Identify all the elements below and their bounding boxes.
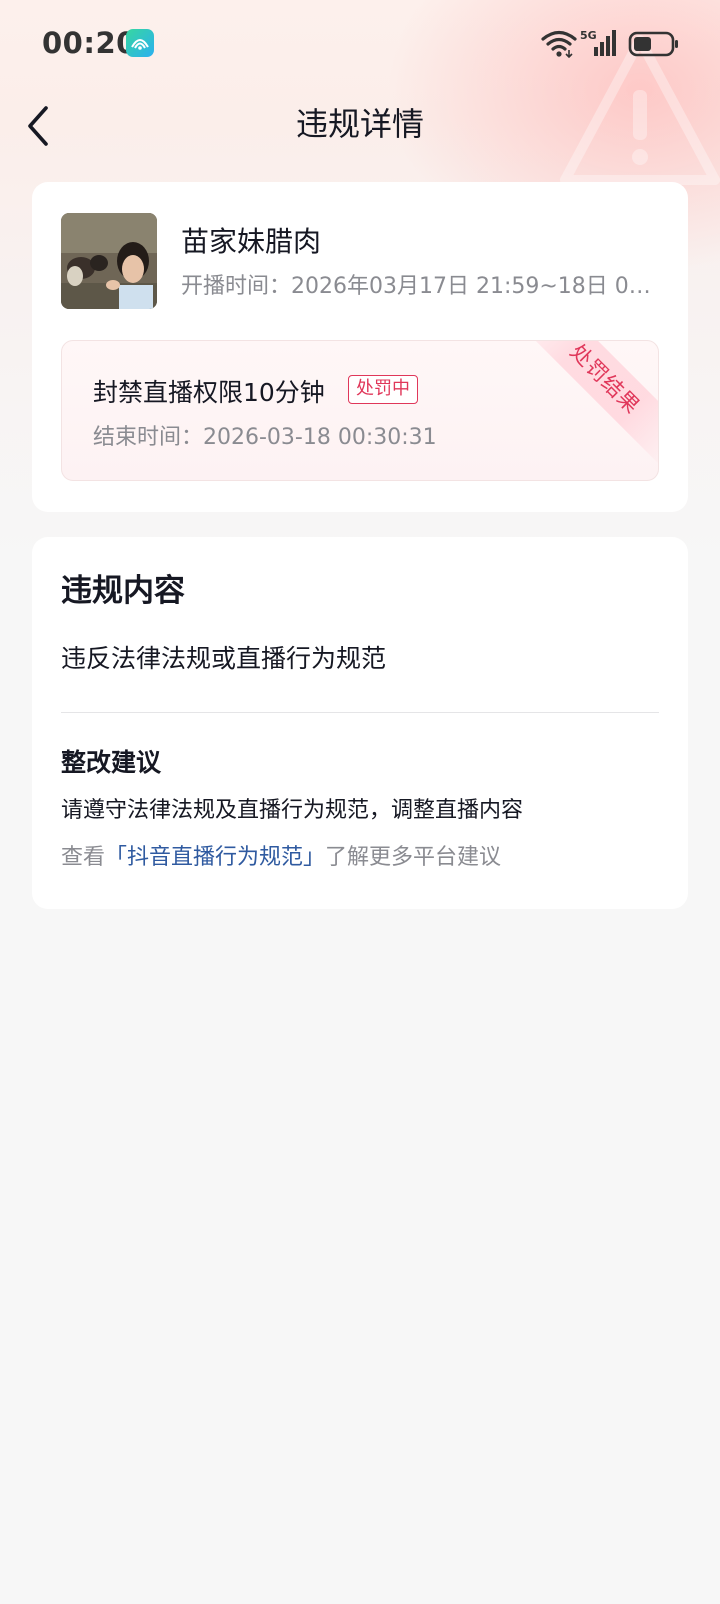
advice-text: 请遵守法律法规及直播行为规范，调整直播内容 [61,798,524,823]
penalty-end-time: 结束时间：2026-03-18 00:30:31 [93,425,437,450]
battery-icon [628,31,678,57]
avatar-image [61,213,157,309]
more-prefix: 查看 [61,845,106,870]
penalty-title: 封禁直播权限10分钟 [93,378,325,407]
network-type-label: 5G [580,29,597,42]
status-bar: 00:20 5G [0,0,720,86]
penalty-card: 苗家妹腊肉 开播时间：2026年03月17日 21:59~18日 00:30 封… [32,182,688,512]
broadcast-time: 开播时间：2026年03月17日 21:59~18日 00:30 [181,274,661,299]
status-badge: 处罚中 [348,375,418,404]
more-suffix: 了解更多平台建议 [325,845,502,870]
section-title-violation: 违规内容 [61,573,185,609]
more-guidance-line: 查看「抖音直播行为规范」了解更多平台建议 [61,839,501,871]
ai-assistant-icon [126,29,154,57]
violation-card: 违规内容 违反法律法规或直播行为规范 整改建议 请遵守法律法规及直播行为规范，调… [32,537,688,909]
advice-title: 整改建议 [61,748,162,777]
avatar[interactable] [61,213,157,309]
guideline-link[interactable]: 「抖音直播行为规范」 [105,845,325,870]
violation-reason: 违反法律法规或直播行为规范 [61,644,387,673]
status-time: 00:20 [42,26,137,60]
wifi-icon [541,30,577,58]
divider [61,712,659,713]
page-title: 违规详情 [295,105,424,143]
streamer-name: 苗家妹腊肉 [181,225,322,258]
penalty-result-ribbon: 处罚结果 [515,341,658,469]
cellular-signal-icon: 5G [580,29,616,56]
penalty-result-box: 封禁直播权限10分钟 处罚中 结束时间：2026-03-18 00:30:31 … [61,340,659,481]
